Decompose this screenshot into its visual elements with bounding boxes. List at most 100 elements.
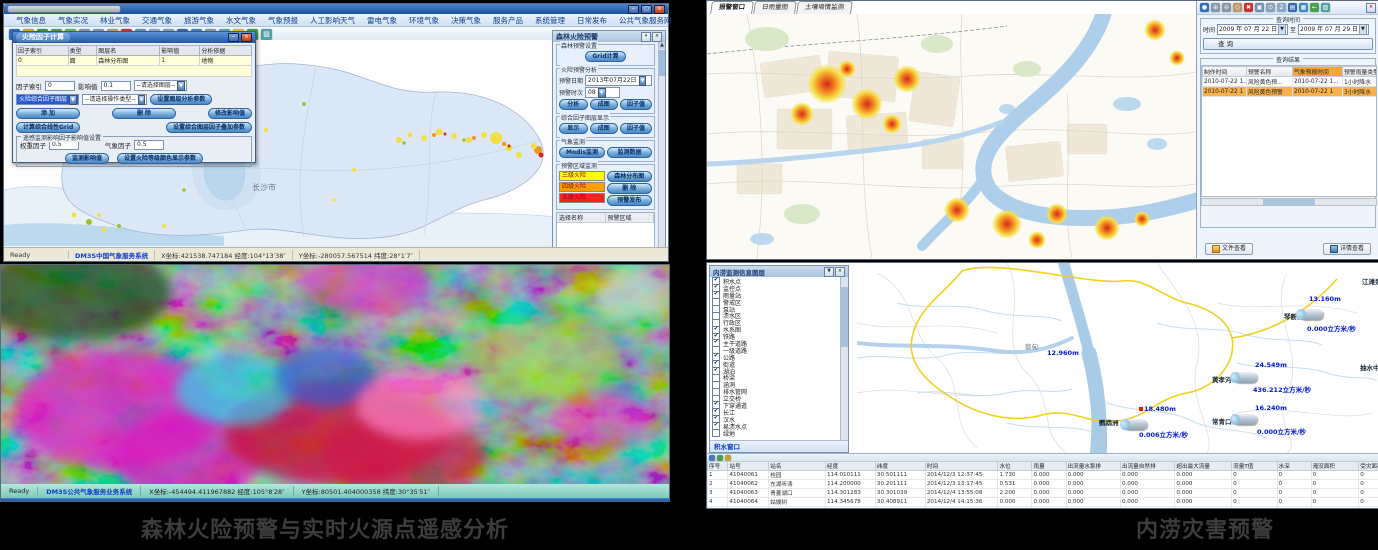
date-from-picker[interactable]: 2009 年 07 月 22 日▼ (1217, 24, 1288, 35)
image-export-icon[interactable]: ▧ (261, 29, 272, 40)
warning-date-select[interactable]: 2013年07月22日▼ (585, 75, 652, 86)
result-row[interactable]: 2010-07-22 1...风险黄色预...2010-07-22 1...1小… (1203, 77, 1378, 87)
result-hscrollbar[interactable] (1201, 198, 1377, 206)
ponding-window-link[interactable]: 积水窗口 (710, 440, 848, 452)
menu-item[interactable]: 系统管理 (529, 15, 571, 26)
station-col-header[interactable]: 水深 (1277, 462, 1311, 471)
fire-app-titlebar[interactable]: − □ × (4, 4, 668, 14)
display-button[interactable]: 成图 (590, 123, 619, 134)
add-button[interactable]: 添 加 (16, 108, 80, 119)
calc-grid-button[interactable]: 计算综合线性Grid (16, 122, 80, 133)
map-view-icon[interactable]: ▦ (1299, 3, 1308, 12)
station-col-header[interactable]: 经度 (826, 462, 876, 471)
close-button[interactable]: × (654, 5, 665, 14)
export-icon[interactable] (717, 455, 723, 461)
filter-icon[interactable] (725, 455, 731, 461)
station-col-header[interactable]: 站名 (769, 462, 826, 471)
station-row[interactable]: 241040062东湖听涛114.20000030.201111 2014/12… (708, 480, 1378, 489)
meteo-field[interactable]: 0.5 (134, 140, 164, 150)
factor-table[interactable]: 因子索引类型图层名影响值分析依据 0面 森林分布图1 地物 (16, 45, 252, 77)
station-col-header[interactable]: 出流量水泵排 (1066, 462, 1120, 471)
area-button[interactable]: 删 除 (607, 183, 653, 194)
result-col-header[interactable]: 气象预报时间 (1293, 67, 1343, 77)
display-button[interactable]: 显示 (559, 123, 588, 134)
back-icon[interactable]: ← (1310, 3, 1319, 12)
station-col-header[interactable]: 纬度 (875, 462, 925, 471)
result-col-header[interactable]: 制作时间 (1203, 67, 1247, 77)
result-row[interactable]: 2010-07-22 1风险黄色预警2010-07-22 13小时降水admin (1203, 87, 1378, 97)
refresh-icon[interactable] (709, 455, 715, 461)
layers-close-icon[interactable]: × (835, 267, 845, 277)
menu-item[interactable]: 日常发布 (571, 15, 613, 26)
station-col-header[interactable]: 出流量自然排 (1120, 462, 1174, 471)
station-col-header[interactable]: 超出最大流量 (1175, 462, 1232, 471)
layers-icon[interactable]: ▤ (1288, 3, 1297, 12)
area-button[interactable]: 森林分布图 (607, 171, 653, 182)
station-row[interactable]: 141040061桂园114.01011130.501111 2014/12/3… (708, 471, 1378, 480)
monitor-button[interactable]: 监测数据 (607, 147, 652, 158)
overlay-params-button[interactable]: 设置综合图层因子叠加参数 (166, 122, 252, 133)
display-button[interactable]: 因子值 (620, 123, 652, 134)
menu-item[interactable]: 水文气象 (220, 15, 262, 26)
station-col-header[interactable]: 淹没面积 (1311, 462, 1359, 471)
monitor-impact-button[interactable]: 监测影响值 (65, 153, 109, 164)
tab-alarm-window[interactable]: 报警窗口 (710, 1, 754, 14)
globe-icon[interactable]: ● (1200, 3, 1209, 12)
factor-row[interactable]: 0面 森林分布图1 地物 (17, 56, 252, 66)
waterlog-map[interactable]: 蔡甸 12.960m 琴断口 13.160m 0.000立方米/秒 黄孝河 24… (707, 263, 1378, 453)
analysis-button[interactable]: 分析 (559, 99, 588, 110)
station-col-header[interactable]: 站号 (728, 462, 769, 471)
panel-close-icon[interactable]: × (652, 32, 662, 42)
rain-alarm-map[interactable] (707, 14, 1196, 258)
collapse-icon[interactable]: ▼ (824, 267, 834, 277)
layer-select[interactable]: --请选择图层--▼ (134, 80, 188, 91)
station-row[interactable]: 341040063青菱湖口114.30128330.301039 2014/12… (708, 489, 1378, 498)
menu-item[interactable]: 气象预报 (262, 15, 304, 26)
grid-calc-button[interactable]: Grid计算 (585, 51, 625, 62)
set-layer-params-button[interactable]: 设置图层分析参数 (150, 94, 212, 105)
date-to-picker[interactable]: 2009 年 07 月 29 日▼ (1298, 24, 1369, 35)
station-col-header[interactable]: 流量T值 (1232, 462, 1277, 471)
identify-icon[interactable]: ⊙ (1266, 3, 1275, 12)
layer-scrollbar[interactable] (840, 277, 848, 440)
result-col-header[interactable]: 预警名称 (1247, 67, 1293, 77)
layer-combo[interactable]: 火险综合因子图层▼ (16, 94, 79, 105)
detail-view-button[interactable]: 详情查看 (1323, 243, 1371, 255)
menu-item[interactable]: 决策气象 (445, 15, 487, 26)
minimize-button[interactable]: − (628, 5, 639, 14)
remote-sensing-image[interactable] (1, 265, 669, 484)
impact-field[interactable]: 0.1 (101, 81, 131, 91)
color-params-button[interactable]: 设置火险等级颜色显示参数 (117, 153, 203, 164)
dialog-titlebar[interactable]: 火险因子计算 − × (13, 32, 255, 43)
menu-item[interactable]: 公共气象服务网 (613, 15, 678, 26)
tab-daily-rain[interactable]: 日雨量图 (753, 1, 797, 14)
query-button[interactable]: 查 询 (1203, 38, 1373, 50)
maximize-button[interactable]: □ (641, 5, 652, 14)
dialog-close-button[interactable]: × (241, 33, 252, 42)
pin-icon[interactable]: ▾ (641, 32, 651, 42)
station-col-header[interactable]: 水位 (998, 462, 1032, 471)
station-col-header[interactable]: 时间 (925, 462, 998, 471)
monitor-button[interactable]: Modis监测 (559, 147, 605, 158)
layer-item[interactable]: 绿地 (712, 430, 841, 437)
menu-item[interactable]: 林业气象 (94, 15, 136, 26)
image-export-icon[interactable]: ▧ (1321, 3, 1330, 12)
panel-scrollbar[interactable]: ▲▼ (658, 42, 665, 255)
station-row[interactable]: 441040064姑嫂树114.34567830.408911 2014/12/… (708, 498, 1378, 507)
zoom-out-icon[interactable]: ⊖ (1222, 3, 1231, 12)
warning-time-select[interactable]: 08▼ (585, 87, 620, 98)
dialog-minimize-button[interactable]: − (228, 33, 239, 42)
layer-checkbox[interactable] (712, 429, 720, 437)
analysis-button[interactable]: 成图 (590, 99, 619, 110)
tab-soil-moisture[interactable]: 土壤墒情监测 (796, 1, 853, 14)
station-col-header[interactable]: 序号 (708, 462, 728, 471)
menu-item[interactable]: 气象信息 (10, 15, 52, 26)
menu-item[interactable]: 交通气象 (136, 15, 178, 26)
station-col-header[interactable]: 受灾面积 (1359, 462, 1378, 471)
dual-view-icon[interactable]: 2 (1277, 3, 1286, 12)
factor-index-field[interactable]: 0 (45, 81, 75, 91)
station-table-container[interactable]: 序号站号站名经度纬度时间水位雨量出流量水泵排出流量自然排超出最大流量流量T值水深… (707, 461, 1378, 508)
menu-item[interactable]: 服务产品 (487, 15, 529, 26)
menu-item[interactable]: 雷电气象 (361, 15, 403, 26)
warning-result-table[interactable]: 制作时间预警名称气象预报时间预警雨量类型制作人 2010-07-22 1...风… (1202, 66, 1377, 97)
